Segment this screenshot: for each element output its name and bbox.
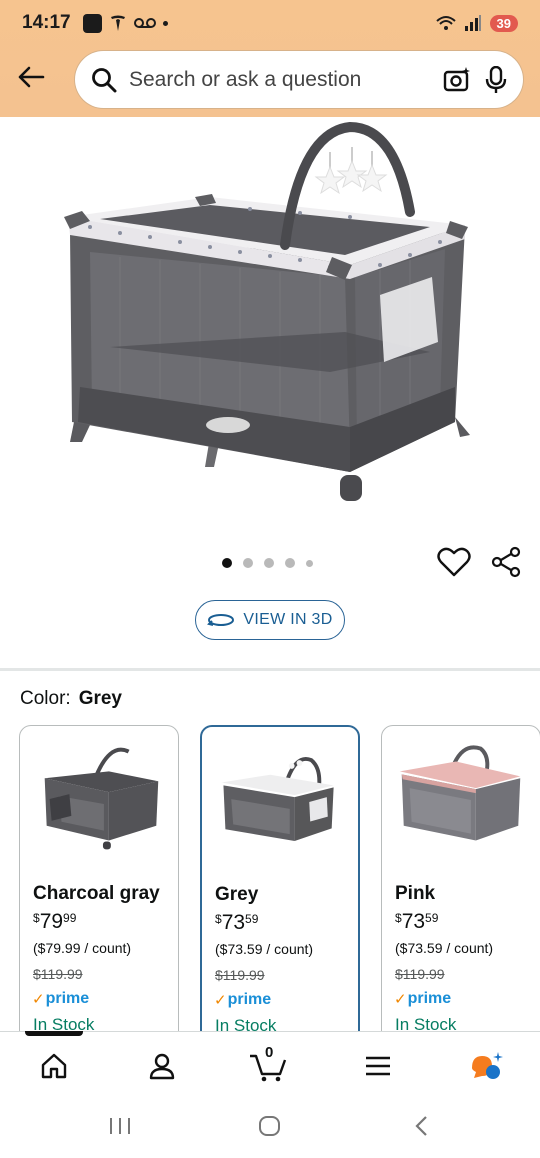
home-system-button[interactable] [258,1115,282,1142]
recent-apps-button[interactable] [108,1116,132,1141]
nav-rufus-assistant[interactable] [466,1046,506,1086]
bottom-navigation: 0 [0,1031,540,1096]
nav-home[interactable] [34,1046,74,1086]
camera-search-button[interactable] [443,66,471,94]
rufus-assistant-icon [472,1052,503,1079]
charcoal-playard-thumbnail [44,747,159,850]
option-name: Grey [215,884,259,905]
share-icon [491,546,521,578]
chevron-left-icon [415,1116,427,1136]
prime-check-icon: ✓ [214,992,227,1009]
option-name: Pink [395,883,436,904]
option-list-price: $119.99 [33,966,83,982]
rotate-3d-icon [207,614,235,626]
user-icon [149,1053,175,1080]
heart-icon [437,547,471,577]
wifi-icon [435,16,456,30]
option-list-price: $119.99 [215,967,265,983]
pagination-dot[interactable] [264,558,274,568]
pagination-dot[interactable] [222,558,232,568]
arrow-left-icon [18,66,45,88]
search-input[interactable]: Search or ask a question [129,68,429,92]
prime-badge: ✓ prime [214,991,272,1009]
signal-icon [464,15,481,31]
selected-color: Grey [78,688,122,709]
color-selector-heading: Color: Grey [20,688,122,710]
search-icon [92,67,117,92]
option-price: $73 59 [395,910,439,933]
back-system-button[interactable] [412,1115,430,1142]
system-navigation-bar [0,1096,540,1158]
status-bar: 14:17 39 [0,0,540,46]
option-price: $73 59 [215,911,259,934]
home-circle-icon [259,1116,280,1136]
color-label: Color: [20,688,71,709]
voicemail-icon [133,18,156,28]
search-bar[interactable]: Search or ask a question [75,51,523,108]
header: 14:17 39 Search or ask a question [0,0,540,117]
playard-illustration [64,121,470,501]
option-list-price: $119.99 [395,966,445,982]
tesla-icon [110,15,125,31]
option-price: $79 99 [33,910,77,933]
notification-app-icon [82,13,102,33]
menu-icon [366,1056,390,1076]
camera-sparkle-icon [443,66,470,91]
option-unit-price: ($73.59 / count) [215,941,314,957]
section-divider [0,668,540,671]
pagination-dot[interactable] [285,558,295,568]
home-icon [41,1053,67,1079]
pagination-dot[interactable] [306,559,313,567]
product-image[interactable] [0,117,540,537]
pagination-dot[interactable] [243,558,253,568]
back-button[interactable] [14,60,48,94]
pink-playard-thumbnail [399,745,521,841]
option-unit-price: ($73.59 / count) [395,940,494,956]
battery-level: 39 [489,14,518,32]
cart-count: 0 [265,1044,274,1061]
active-tab-indicator [25,1031,83,1036]
option-unit-price: ($79.99 / count) [33,940,132,956]
status-time: 14:17 [22,12,71,33]
more-notifications-dot [162,20,168,26]
nav-account[interactable] [142,1046,182,1086]
color-option-pink[interactable]: Pink $73 59 ($73.59 / count) $119.99 ✓ pri… [381,725,540,1055]
prime-badge: ✓ prime [32,990,90,1008]
share-button[interactable] [490,546,522,578]
view-in-3d-label: VIEW IN 3D [243,611,333,628]
option-name: Charcoal gray [33,883,160,904]
view-in-3d-button[interactable]: VIEW IN 3D [195,600,345,640]
color-option-grey[interactable]: Grey $73 59 ($73.59 / count) $119.99 ✓ pri… [200,725,360,1055]
color-option-charcoal-gray[interactable]: Charcoal gray $79 99 ($79.99 / count) $11… [19,725,179,1055]
prime-check-icon: ✓ [32,991,45,1008]
prime-check-icon: ✓ [394,991,407,1008]
prime-badge: ✓ prime [394,990,452,1008]
voice-search-button[interactable] [485,65,507,94]
add-to-list-button[interactable] [437,546,471,578]
nav-cart[interactable]: 0 [248,1044,288,1086]
recent-apps-icon [110,1118,130,1134]
nav-menu[interactable] [358,1046,398,1086]
image-pagination[interactable] [222,558,313,568]
microphone-icon [485,65,507,93]
grey-playard-thumbnail [221,757,334,841]
